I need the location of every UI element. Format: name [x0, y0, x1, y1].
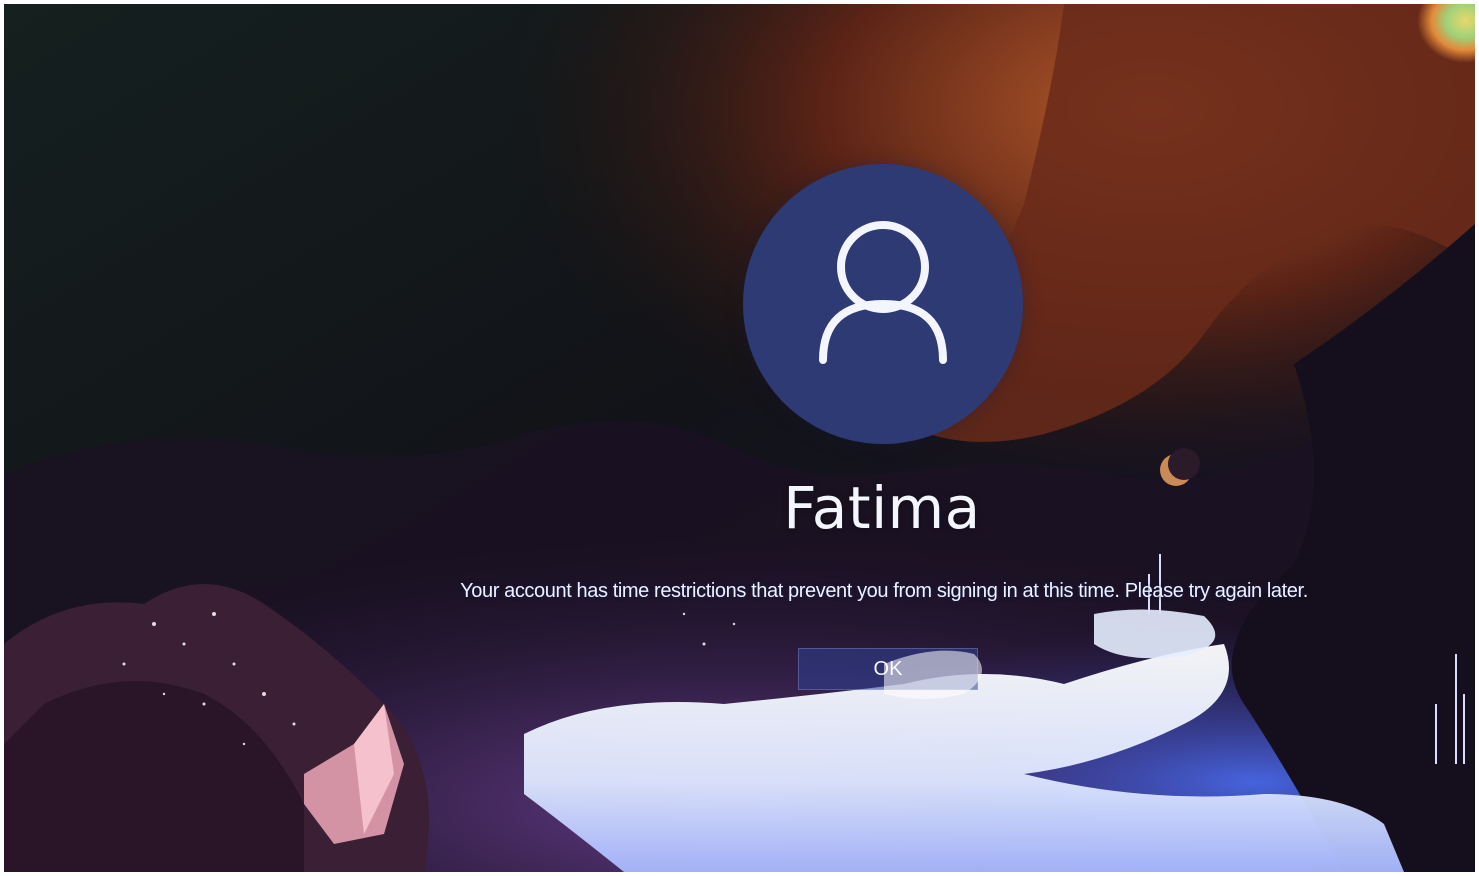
ok-button[interactable]: OK [798, 648, 978, 690]
sign-in-error-message: Your account has time restrictions that … [460, 580, 1308, 602]
lock-screen: Fatima Your account has time restriction… [4, 4, 1475, 872]
person-outline-icon [819, 221, 947, 364]
user-name: Fatima [783, 474, 981, 542]
wallpaper-background [4, 4, 1475, 872]
user-avatar [743, 164, 1023, 444]
